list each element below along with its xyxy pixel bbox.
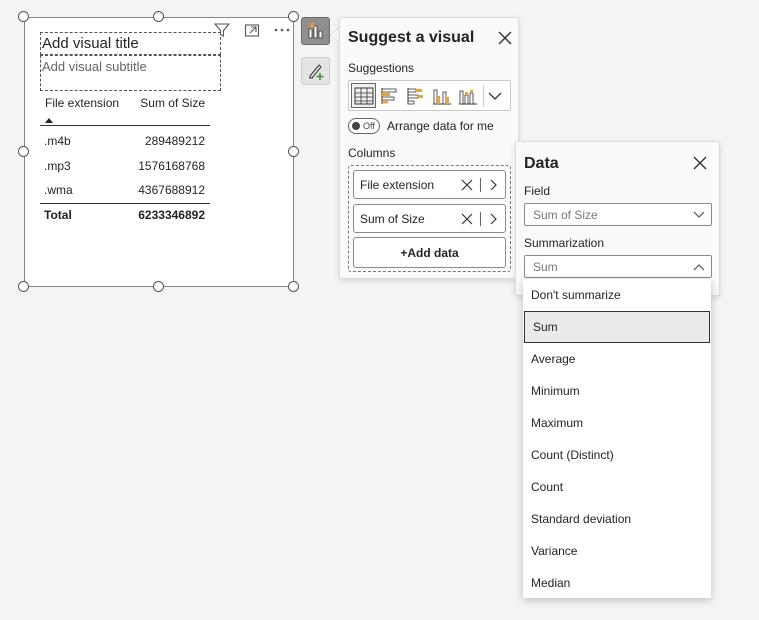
cell-sum-of-size: 4367688912	[138, 183, 205, 198]
resize-handle[interactable]	[18, 146, 29, 157]
toggle-state: Off	[363, 121, 375, 131]
sort-ascending-icon	[45, 118, 53, 123]
data-table: File extension Sum of Size .m4b 28948921…	[40, 96, 210, 226]
column-header-file-extension[interactable]: File extension	[45, 96, 119, 116]
suggest-visual-button[interactable]	[301, 17, 330, 45]
option-average[interactable]: Average	[523, 343, 711, 375]
suggestion-stacked-bar[interactable]	[403, 83, 428, 108]
resize-handle[interactable]	[18, 281, 29, 292]
cell-sum-of-size: 289489212	[144, 134, 205, 149]
chevron-down-icon	[693, 211, 705, 218]
sort-indicator	[40, 116, 210, 126]
option-median[interactable]: Median	[523, 567, 711, 599]
option-count[interactable]: Count	[523, 471, 711, 503]
field-pill-label: Sum of Size	[360, 211, 425, 226]
option-dont-summarize[interactable]: Don't summarize	[523, 279, 711, 311]
field-dropdown-value: Sum of Size	[533, 208, 598, 222]
cell-file-extension: .wma	[44, 183, 73, 198]
summarization-dropdown-value: Sum	[533, 260, 558, 274]
format-visual-icon	[308, 64, 323, 80]
option-variance[interactable]: Variance	[523, 535, 711, 567]
table-total-row: Total 6233346892	[40, 204, 210, 226]
table-row[interactable]: .m4b 289489212	[40, 129, 210, 154]
data-panel: Data Field Sum of Size Summarization Sum	[515, 141, 720, 296]
panel-title: Suggest a visual	[348, 29, 475, 46]
data-panel-title: Data	[524, 155, 559, 172]
resize-handle[interactable]	[18, 11, 29, 22]
summarization-dropdown[interactable]: Sum	[524, 255, 712, 278]
table-row[interactable]: .mp3 1576168768	[40, 154, 210, 179]
suggestion-table[interactable]	[351, 83, 376, 108]
summarization-label: Summarization	[524, 236, 605, 250]
divider	[480, 211, 481, 226]
close-icon[interactable]	[692, 155, 708, 171]
table-body: .m4b 289489212 .mp3 1576168768 .wma 4367…	[40, 126, 210, 204]
option-count-distinct[interactable]: Count (Distinct)	[523, 439, 711, 471]
cell-file-extension: .mp3	[44, 158, 71, 173]
cell-sum-of-size: 1576168768	[138, 158, 205, 173]
resize-handle[interactable]	[288, 11, 299, 22]
format-visual-button[interactable]	[301, 57, 330, 85]
visual-subtitle-placeholder[interactable]: Add visual subtitle	[40, 55, 221, 91]
suggestions-row	[348, 80, 511, 111]
add-data-button[interactable]: +Add data	[353, 237, 506, 268]
option-minimum[interactable]: Minimum	[523, 375, 711, 407]
field-pill-sum-of-size[interactable]: Sum of Size	[353, 204, 506, 233]
divider	[480, 177, 481, 192]
field-pill-file-extension[interactable]: File extension	[353, 170, 506, 199]
chevron-down-icon[interactable]	[488, 91, 502, 101]
visual-title-placeholder[interactable]: Add visual title	[40, 32, 221, 55]
field-label: Field	[524, 184, 551, 198]
chevron-up-icon	[693, 264, 705, 271]
table-icon	[354, 87, 373, 104]
suggestion-clustered-column[interactable]	[429, 83, 454, 108]
resize-handle[interactable]	[153, 11, 164, 22]
table-visual[interactable]: Add visual title Add visual subtitle Fil…	[24, 17, 294, 287]
arrange-data-row: Off Arrange data for me	[348, 118, 494, 134]
suggest-visual-panel: Suggest a visual Suggestions Off Arrange…	[339, 17, 519, 279]
table-header: File extension Sum of Size	[40, 96, 210, 116]
arrange-data-toggle[interactable]: Off	[348, 118, 380, 134]
columns-label: Columns	[348, 146, 396, 160]
suggestion-stacked-column[interactable]	[455, 83, 480, 108]
clustered-column-icon	[432, 89, 451, 104]
visual-header-toolbar	[213, 22, 291, 38]
stacked-bar-icon	[407, 87, 423, 104]
resize-handle[interactable]	[288, 281, 299, 292]
cell-file-extension: .m4b	[44, 134, 71, 149]
total-label: Total	[44, 207, 72, 222]
chevron-right-icon[interactable]	[487, 213, 499, 225]
focus-mode-icon[interactable]	[243, 22, 261, 38]
remove-field-icon[interactable]	[460, 212, 474, 226]
suggest-visual-icon	[308, 22, 322, 39]
total-value: 6233346892	[138, 207, 205, 222]
suggestions-label: Suggestions	[348, 61, 415, 75]
columns-well: File extension Sum of Size +Add data	[348, 165, 511, 272]
close-icon[interactable]	[497, 30, 513, 46]
option-sum[interactable]: Sum	[524, 311, 710, 343]
option-standard-deviation[interactable]: Standard deviation	[523, 503, 711, 535]
remove-field-icon[interactable]	[460, 178, 474, 192]
clustered-bar-icon	[381, 87, 396, 104]
field-pill-label: File extension	[360, 177, 435, 192]
resize-handle[interactable]	[153, 281, 164, 292]
toggle-knob	[352, 122, 360, 130]
suggestion-clustered-bar[interactable]	[377, 83, 402, 108]
more-options-icon[interactable]	[273, 22, 291, 38]
chevron-right-icon[interactable]	[487, 179, 499, 191]
summarization-options-list: Don't summarize Sum Average Minimum Maxi…	[523, 279, 711, 598]
stacked-column-icon	[458, 89, 477, 104]
column-header-sum-of-size[interactable]: Sum of Size	[140, 96, 205, 116]
arrange-data-label: Arrange data for me	[387, 119, 494, 133]
option-maximum[interactable]: Maximum	[523, 407, 711, 439]
field-dropdown[interactable]: Sum of Size	[524, 203, 712, 226]
resize-handle[interactable]	[288, 146, 299, 157]
table-row[interactable]: .wma 4367688912	[40, 178, 210, 203]
divider	[483, 84, 484, 107]
